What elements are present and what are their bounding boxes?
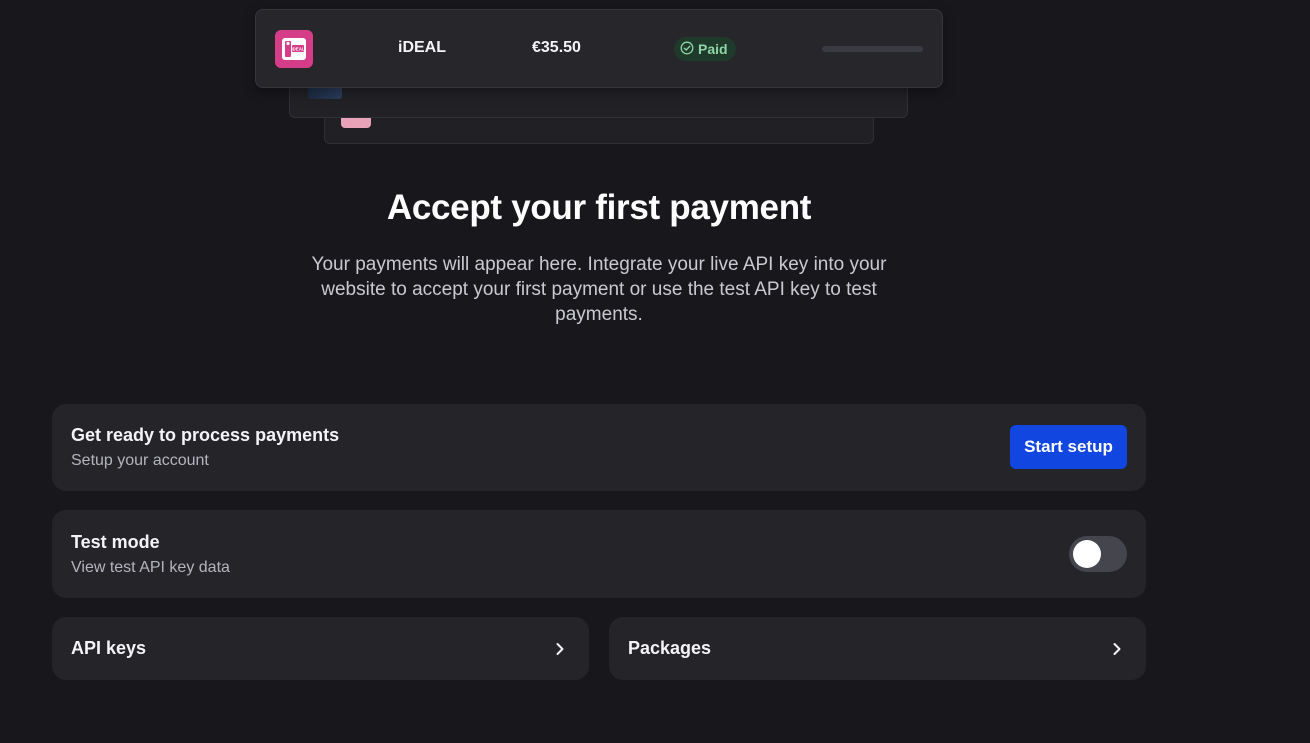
start-setup-button[interactable]: Start setup [1010, 425, 1127, 469]
setup-panel: Get ready to process payments Setup your… [52, 404, 1146, 491]
placeholder-bar [822, 46, 923, 52]
chevron-right-icon [1110, 641, 1124, 657]
toggle-knob [1073, 540, 1101, 568]
chevron-right-icon [553, 641, 567, 657]
packages-label: Packages [628, 638, 712, 658]
test-mode-toggle[interactable] [1069, 536, 1127, 572]
page-title: Accept your first payment [386, 188, 812, 227]
packages-link[interactable]: Packages [609, 617, 1146, 680]
test-mode-subtitle: View test API key data [71, 559, 230, 576]
illustration-payment-card: iDEAL iDEAL €35.50 Paid [255, 9, 943, 88]
test-mode-panel: Test mode View test API key data [52, 510, 1146, 598]
api-keys-link[interactable]: API keys [52, 617, 589, 680]
payment-method-label: iDEAL [398, 39, 446, 56]
test-mode-title: Test mode [71, 532, 160, 552]
api-keys-label: API keys [71, 638, 147, 658]
page-description: Your payments will appear here. Integrat… [311, 254, 887, 325]
setup-subtitle: Setup your account [71, 452, 209, 469]
ideal-logo-icon: iDEAL [275, 30, 313, 68]
check-circle-icon [680, 41, 694, 58]
payment-amount: €35.50 [532, 39, 581, 56]
illustration-logo-stub [341, 118, 371, 128]
setup-title: Get ready to process payments [71, 425, 340, 445]
page: iDEAL iDEAL €35.50 Paid Accept your firs… [0, 0, 1310, 743]
status-badge: Paid [674, 37, 736, 61]
ideal-logo-text: iDEAL [291, 47, 304, 52]
status-badge-label: Paid [698, 41, 728, 57]
